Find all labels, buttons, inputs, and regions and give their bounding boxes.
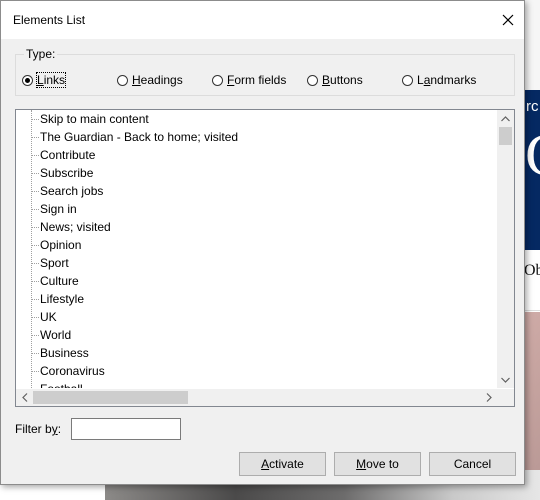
list-item[interactable]: Skip to main content [16,110,496,128]
list-item[interactable]: Football [16,380,496,388]
list-item-label: The Guardian - Back to home; visited [40,130,239,144]
list-item[interactable]: Subscribe [16,164,496,182]
close-button[interactable] [492,1,524,39]
radio-circle [307,74,318,86]
chevron-left-icon [21,393,27,402]
list-item-label: Search jobs [40,184,104,198]
list-item[interactable]: Coronavirus [16,362,496,380]
radio-circle [212,74,223,86]
background-nav-fragment: Obi [524,262,540,279]
radio-links-label: Links [35,72,67,88]
radio-landmarks-label: Landmarks [417,73,477,87]
radio-circle [22,74,33,86]
list-item[interactable]: Lifestyle [16,290,496,308]
list-item[interactable]: Contribute [16,146,496,164]
chevron-right-icon [486,393,492,402]
filter-label: Filter by: [15,422,62,436]
chevron-up-icon [501,115,510,121]
list-item-label: Subscribe [40,166,94,180]
list-item-label: Football [40,380,83,388]
move-to-button[interactable]: Move to [334,452,421,476]
radio-circle [402,74,413,86]
background-edge [525,0,540,90]
elements-list-dialog: Elements List Type: Links Headings Form … [0,0,525,485]
list-item[interactable]: The Guardian - Back to home; visited [16,128,496,146]
list-item-label: Sport [40,256,69,270]
list-item[interactable]: Opinion [16,236,496,254]
horizontal-scroll-thumb[interactable] [33,391,188,404]
list-item[interactable]: UK [16,308,496,326]
dialog-title: Elements List [13,13,86,27]
scroll-down-button[interactable] [497,371,514,388]
radio-form-fields-label: Form fields [227,73,287,87]
filter-input[interactable] [71,418,181,440]
list-item[interactable]: Sign in [16,200,496,218]
radio-form-fields[interactable]: Form fields [212,72,286,88]
list-item-label: World [40,328,72,342]
list-item-label: Contribute [40,148,96,162]
scroll-right-button[interactable] [480,389,497,406]
horizontal-scrollbar[interactable] [16,389,497,406]
list-item-label: UK [40,310,57,324]
list-item[interactable]: Business [16,344,496,362]
title-bar: Elements List [1,1,524,39]
activate-button[interactable]: Activate [239,452,326,476]
radio-headings[interactable]: Headings [117,72,183,88]
radio-buttons[interactable]: Buttons [307,72,363,88]
list-item[interactable]: Sport [16,254,496,272]
list-item-label: Culture [40,274,79,288]
scrollbar-corner [497,389,514,406]
background-search-fragment: rc [526,98,539,115]
list-item[interactable]: World [16,326,496,344]
list-item[interactable]: News; visited [16,218,496,236]
elements-tree-content: Skip to main content The Guardian - Back… [16,110,496,388]
elements-tree[interactable]: Skip to main content The Guardian - Back… [15,109,515,407]
vertical-scroll-thumb[interactable] [499,127,512,145]
background-logo-fragment: C [525,125,540,185]
list-item-label: Opinion [40,238,82,252]
list-item-label: Skip to main content [40,112,149,126]
list-item-label: Business [40,346,89,360]
scroll-up-button[interactable] [497,110,514,127]
cancel-button[interactable]: Cancel [429,452,516,476]
radio-buttons-label: Buttons [322,73,363,87]
list-item[interactable]: Culture [16,272,496,290]
list-item-label: Lifestyle [40,292,85,306]
list-item-label: News; visited [40,220,111,234]
radio-circle [117,74,128,86]
radio-landmarks[interactable]: Landmarks [402,72,476,88]
list-item-label: Coronavirus [40,364,105,378]
radio-links[interactable]: Links [22,72,67,88]
close-icon [502,14,514,26]
list-item[interactable]: Search jobs [16,182,496,200]
list-item-label: Sign in [40,202,77,216]
vertical-scrollbar[interactable] [497,110,514,388]
scroll-left-button[interactable] [16,389,33,406]
chevron-down-icon [501,377,510,383]
type-label: Type: [24,47,58,61]
radio-headings-label: Headings [132,73,183,87]
